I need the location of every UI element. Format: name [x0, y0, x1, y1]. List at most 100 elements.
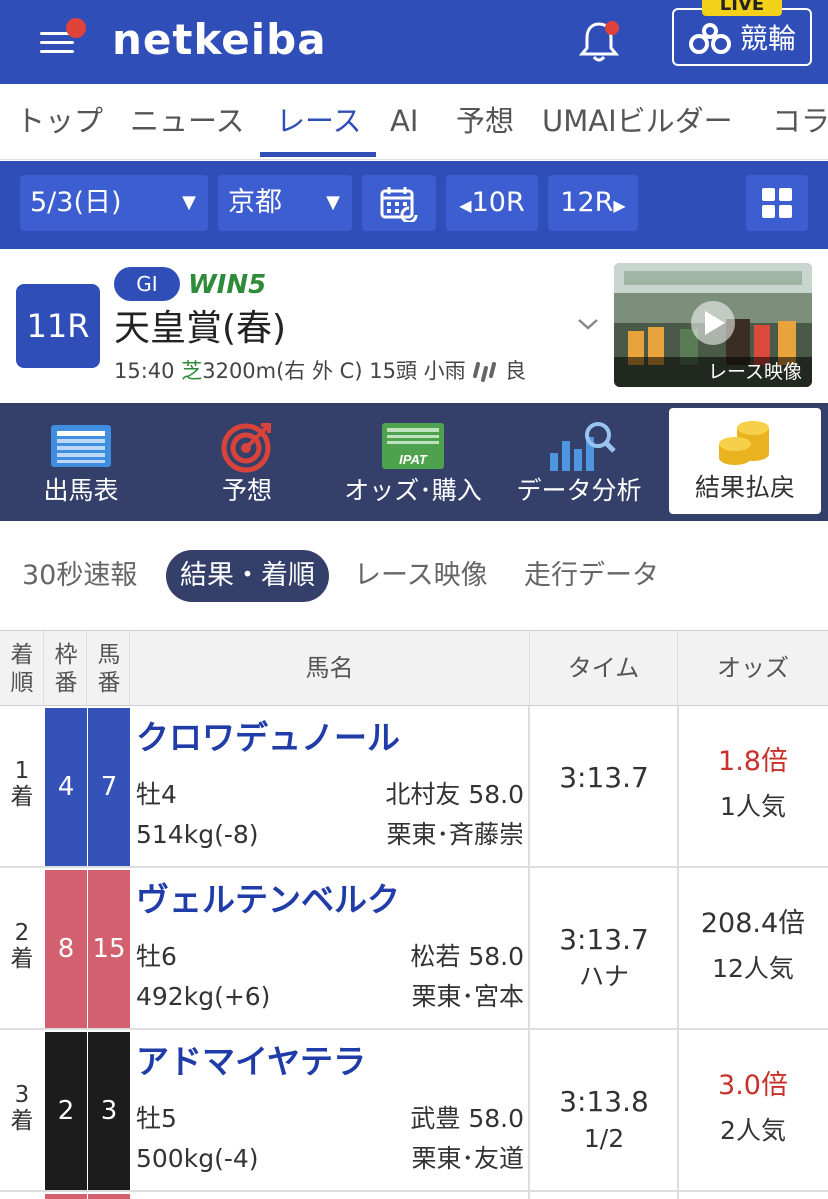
th-horse-name: 馬名: [130, 630, 530, 706]
trainer[interactable]: 栗東･宮本: [411, 980, 524, 1014]
popularity: 1人気: [720, 792, 786, 821]
trainer[interactable]: 栗東･斉藤崇: [386, 818, 524, 852]
menu-data-analysis[interactable]: データ分析: [498, 403, 660, 521]
triangle-right-icon: ▶: [613, 196, 626, 215]
column-divider: [677, 1192, 679, 1199]
triangle-left-icon: ◀: [459, 196, 472, 215]
waku-cell-partial: [45, 1194, 87, 1199]
rank-suffix: 着: [10, 784, 34, 810]
waku-cell: 4: [45, 708, 87, 866]
calendar-button[interactable]: [362, 175, 436, 231]
sex-age: 牡6: [136, 942, 177, 971]
sex-age: 牡5: [136, 1104, 177, 1133]
coins-icon: [719, 421, 769, 465]
finish-time: 3:13.7: [559, 923, 649, 956]
svg-text:IPAT: IPAT: [399, 452, 428, 467]
horse-name-link[interactable]: アドマイヤテラ: [136, 1040, 366, 1084]
row-divider: [0, 1190, 828, 1192]
row-divider: [0, 866, 828, 868]
tab-result-order[interactable]: 結果・着順: [166, 550, 329, 602]
gnav-umai-builder[interactable]: UMAIビルダー: [542, 84, 733, 159]
race-info: 15:40 芝3200m(右 外 C) 15頭 小雨 良: [114, 356, 526, 386]
race-weather: 小雨: [423, 359, 466, 383]
venue-value: 京都: [228, 187, 282, 218]
trainer[interactable]: 栗東･友道: [411, 1142, 524, 1176]
race-number: 11R: [16, 284, 100, 368]
menu-odds-purchase[interactable]: IPAT オッズ･購入: [332, 403, 494, 521]
calendar-icon: [380, 187, 418, 222]
horse-name-link[interactable]: クロワデュノール: [136, 716, 400, 760]
menu-shutsubahyo[interactable]: 出馬表: [0, 403, 162, 521]
menu-label: 出馬表: [43, 476, 119, 505]
logo[interactable]: netkeiba: [112, 12, 327, 68]
gnav-column[interactable]: コラ: [772, 84, 828, 159]
gnav-active-indicator: [260, 152, 376, 157]
rank-number: 2: [14, 920, 30, 946]
date-value: 5/3(日): [30, 187, 122, 218]
notification-dot: [66, 18, 86, 38]
finish-time: 3:13.7: [559, 761, 649, 794]
next-race-label: 12R: [560, 187, 614, 218]
rank-suffix: 着: [10, 946, 34, 972]
rank-cell: 1 着: [0, 758, 44, 810]
target-icon: [221, 423, 271, 473]
chevron-down-icon[interactable]: [576, 312, 600, 336]
jockey-weight[interactable]: 武豊 58.0: [410, 1102, 524, 1136]
menu-label: オッズ･購入: [344, 476, 482, 505]
menu-label: 結果払戻: [694, 473, 795, 502]
race-surface: 芝: [181, 359, 203, 383]
jockey-weight[interactable]: 松若 58.0: [410, 940, 524, 974]
grid-icon: [762, 188, 792, 218]
th-time: タイム: [530, 630, 678, 706]
horse-name-link[interactable]: ヴェルテンベルク: [136, 878, 400, 922]
venue-select[interactable]: 京都 ▼: [218, 175, 352, 231]
sex-age: 牡4: [136, 780, 177, 809]
race-video-thumbnail[interactable]: レース映像: [614, 263, 812, 387]
finish-time: 3:13.8: [559, 1085, 649, 1118]
horse-list-icon: [51, 425, 111, 467]
global-nav: トップ ニュース レース AI 予想 UMAIビルダー コラ: [0, 84, 828, 160]
track-condition: 良: [505, 359, 527, 383]
waku-cell: 2: [45, 1032, 87, 1190]
umaban-cell-partial: [88, 1194, 130, 1199]
race-heads: 15頭: [369, 359, 417, 383]
gnav-race[interactable]: レース: [276, 84, 362, 159]
popularity: 2人気: [720, 1116, 786, 1145]
gnav-top[interactable]: トップ: [16, 84, 103, 159]
rank-suffix: 着: [10, 1108, 34, 1134]
body-weight: 514kg(-8): [136, 820, 259, 849]
finish-margin: ハナ: [578, 962, 629, 991]
gnav-yoso[interactable]: 予想: [456, 84, 514, 159]
tab-race-video[interactable]: レース映像: [354, 550, 488, 602]
body-weight: 500kg(-4): [136, 1144, 259, 1173]
body-weight: 492kg(+6): [136, 982, 271, 1011]
umaban-cell: 15: [88, 870, 130, 1028]
gnav-ai[interactable]: AI: [390, 84, 418, 159]
rank-number: 1: [14, 758, 30, 784]
win-odds: 1.8倍: [718, 746, 788, 777]
grid-menu-button[interactable]: [746, 175, 808, 231]
umaban-cell: 7: [88, 708, 130, 866]
date-select[interactable]: 5/3(日) ▼: [20, 175, 208, 231]
th-waku-label: 枠番: [54, 642, 78, 696]
menu-result-payout[interactable]: 結果払戻: [669, 408, 821, 514]
menu-yoso[interactable]: 予想: [166, 403, 328, 521]
tab-30sec-flash[interactable]: 30秒速報: [22, 550, 137, 602]
gnav-news[interactable]: ニュース: [130, 84, 245, 159]
jockey-weight[interactable]: 北村友 58.0: [385, 778, 524, 812]
menu-label: 予想: [221, 476, 272, 505]
menu-label: データ分析: [516, 476, 642, 505]
win-odds: 208.4倍: [700, 908, 806, 939]
prev-race-button[interactable]: ◀10R: [446, 175, 538, 231]
next-race-button[interactable]: 12R▶: [548, 175, 638, 231]
win5-logo: WIN5: [188, 270, 267, 300]
rank-number: 3: [14, 1082, 30, 1108]
live-badge: LIVE: [702, 0, 782, 16]
th-waku: 枠番: [44, 630, 87, 706]
rank-cell: 2 着: [0, 920, 44, 972]
bell-icon[interactable]: [575, 18, 623, 66]
umaban-cell: 3: [88, 1032, 130, 1190]
chevron-down-icon: ▼: [182, 192, 196, 213]
tab-running-data[interactable]: 走行データ: [524, 550, 659, 602]
chevron-down-icon: ▼: [326, 192, 340, 213]
